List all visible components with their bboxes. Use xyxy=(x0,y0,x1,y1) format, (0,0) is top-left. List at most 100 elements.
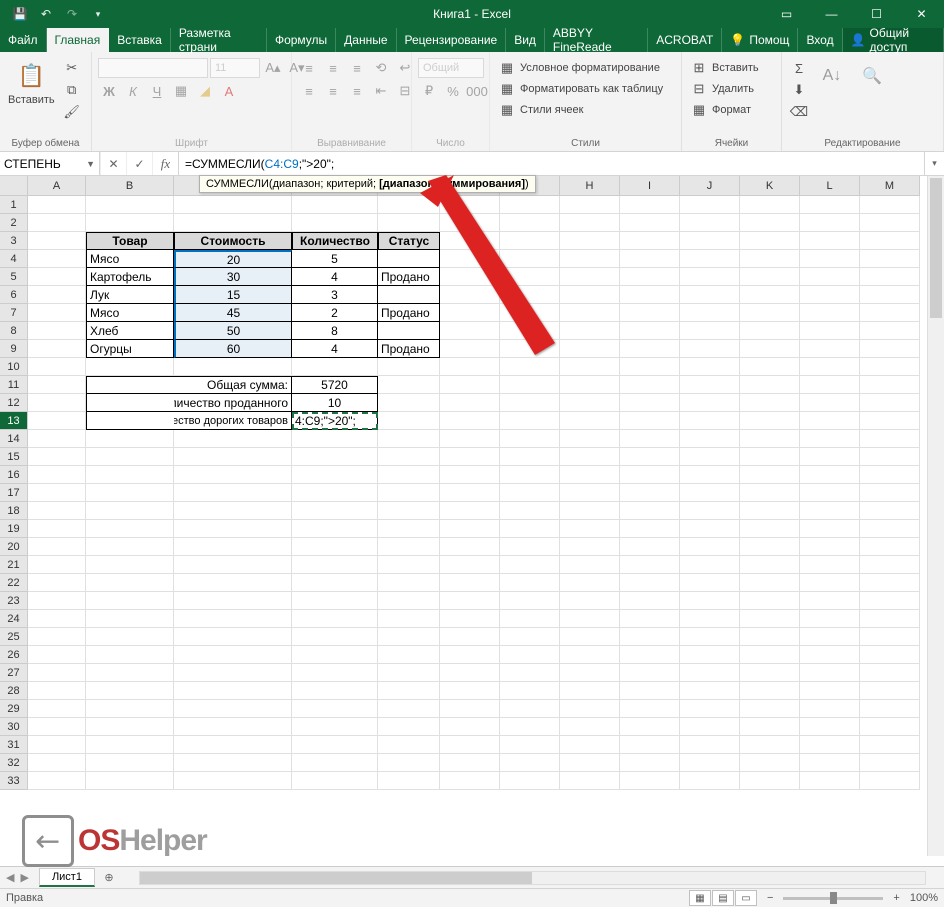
cell[interactable] xyxy=(680,286,740,304)
cell[interactable] xyxy=(800,754,860,772)
align-bottom-icon[interactable]: ≡ xyxy=(346,58,368,78)
cell[interactable] xyxy=(28,520,86,538)
cell[interactable] xyxy=(560,700,620,718)
cell[interactable] xyxy=(292,592,378,610)
col-header[interactable]: H xyxy=(560,176,620,196)
cell[interactable] xyxy=(620,412,680,430)
cell[interactable] xyxy=(860,520,920,538)
row-header[interactable]: 4 xyxy=(0,250,28,268)
cell[interactable] xyxy=(292,520,378,538)
cell[interactable] xyxy=(378,700,440,718)
cell[interactable] xyxy=(620,286,680,304)
normal-view-button[interactable]: ▦ xyxy=(689,890,711,906)
cell[interactable] xyxy=(440,304,500,322)
cell[interactable] xyxy=(174,520,292,538)
cell[interactable] xyxy=(28,448,86,466)
cell[interactable] xyxy=(378,754,440,772)
cell[interactable] xyxy=(440,214,500,232)
format-cells-button[interactable]: ▦Формат xyxy=(688,100,751,120)
cell[interactable] xyxy=(800,376,860,394)
cell[interactable] xyxy=(620,520,680,538)
cell[interactable] xyxy=(740,646,800,664)
cell[interactable] xyxy=(740,214,800,232)
cell[interactable] xyxy=(680,700,740,718)
cell[interactable] xyxy=(560,646,620,664)
align-middle-icon[interactable]: ≡ xyxy=(322,58,344,78)
cell[interactable] xyxy=(560,610,620,628)
cell[interactable]: 4 xyxy=(292,268,378,286)
cell[interactable] xyxy=(500,286,560,304)
row-header[interactable]: 21 xyxy=(0,556,28,574)
cell[interactable] xyxy=(86,772,174,790)
cell[interactable] xyxy=(86,214,174,232)
cell[interactable] xyxy=(860,196,920,214)
cell[interactable] xyxy=(292,538,378,556)
cell[interactable] xyxy=(440,196,500,214)
enter-formula-button[interactable]: ✓ xyxy=(126,152,152,175)
cell[interactable] xyxy=(620,772,680,790)
cell[interactable] xyxy=(86,718,174,736)
cell[interactable] xyxy=(28,304,86,322)
cell[interactable] xyxy=(86,754,174,772)
cell[interactable] xyxy=(560,340,620,358)
cell[interactable] xyxy=(560,772,620,790)
cell[interactable] xyxy=(378,484,440,502)
cell[interactable] xyxy=(620,610,680,628)
cell[interactable] xyxy=(86,736,174,754)
cell[interactable] xyxy=(560,538,620,556)
row-header[interactable]: 32 xyxy=(0,754,28,772)
cell[interactable] xyxy=(86,448,174,466)
cell[interactable] xyxy=(500,412,560,430)
cell[interactable] xyxy=(860,304,920,322)
cell[interactable] xyxy=(560,574,620,592)
cell[interactable] xyxy=(86,484,174,502)
sign-in[interactable]: Вход xyxy=(798,28,842,52)
cell[interactable] xyxy=(292,358,378,376)
row-header[interactable]: 14 xyxy=(0,430,28,448)
cell[interactable] xyxy=(86,682,174,700)
redo-icon[interactable]: ↷ xyxy=(60,2,84,26)
cell[interactable] xyxy=(440,394,500,412)
cell[interactable] xyxy=(28,610,86,628)
cell[interactable] xyxy=(620,682,680,700)
cell[interactable] xyxy=(620,628,680,646)
cell[interactable] xyxy=(680,574,740,592)
cell[interactable] xyxy=(292,430,378,448)
cell[interactable] xyxy=(620,448,680,466)
cell[interactable] xyxy=(440,268,500,286)
cell[interactable] xyxy=(800,250,860,268)
cell[interactable] xyxy=(500,322,560,340)
cell[interactable] xyxy=(174,646,292,664)
cell[interactable] xyxy=(378,682,440,700)
cell[interactable] xyxy=(28,232,86,250)
cell[interactable] xyxy=(440,466,500,484)
cell[interactable] xyxy=(560,394,620,412)
new-sheet-button[interactable]: ⊕ xyxy=(99,868,119,888)
cancel-formula-button[interactable]: ✕ xyxy=(100,152,126,175)
row-header[interactable]: 28 xyxy=(0,682,28,700)
cell[interactable] xyxy=(800,502,860,520)
cell[interactable] xyxy=(500,610,560,628)
cell[interactable] xyxy=(174,196,292,214)
cell[interactable] xyxy=(28,682,86,700)
tab-insert[interactable]: Вставка xyxy=(109,28,171,52)
cell[interactable] xyxy=(860,466,920,484)
cell[interactable] xyxy=(28,556,86,574)
cell[interactable] xyxy=(800,646,860,664)
cell[interactable] xyxy=(500,250,560,268)
row-header[interactable]: 10 xyxy=(0,358,28,376)
cell[interactable] xyxy=(378,358,440,376)
cell[interactable] xyxy=(680,502,740,520)
qat-customize-icon[interactable]: ▾ xyxy=(86,2,110,26)
align-left-icon[interactable]: ≡ xyxy=(298,81,320,101)
cell[interactable] xyxy=(800,718,860,736)
cell[interactable] xyxy=(500,430,560,448)
cell[interactable] xyxy=(860,376,920,394)
row-header[interactable]: 9 xyxy=(0,340,28,358)
cell[interactable] xyxy=(378,394,440,412)
cell[interactable] xyxy=(28,628,86,646)
cell[interactable] xyxy=(860,430,920,448)
cell[interactable] xyxy=(378,664,440,682)
cell[interactable] xyxy=(28,700,86,718)
cell[interactable] xyxy=(86,358,174,376)
